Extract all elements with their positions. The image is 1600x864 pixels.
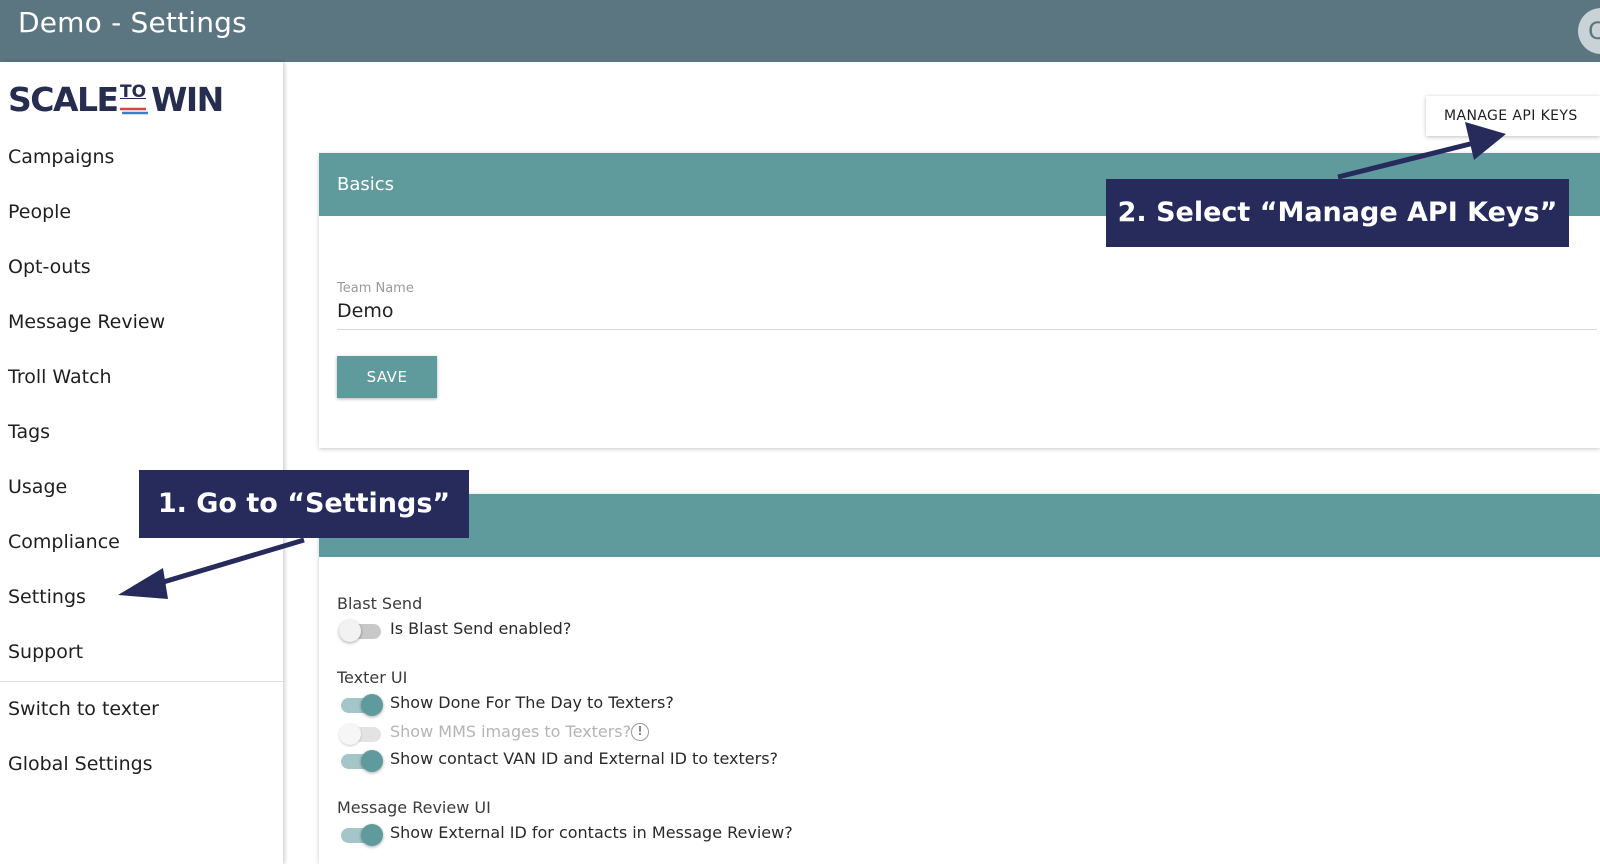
sidebar-item-settings[interactable]: Settings [0, 570, 283, 625]
sidebar-item-support[interactable]: Support [0, 625, 283, 680]
message-review-ui-heading: Message Review UI [337, 798, 491, 817]
blast-send-toggle-label: Is Blast Send enabled? [390, 619, 572, 638]
user-avatar[interactable]: C [1578, 8, 1600, 54]
toggle-thumb[interactable] [361, 824, 383, 846]
team-name-input[interactable]: Demo [337, 300, 393, 322]
logo-word-to: TO [120, 82, 147, 102]
team-name-underline [337, 329, 1597, 330]
sidebar: SCALE TO WIN Campaigns People Opt-outs M… [0, 62, 283, 864]
app-header: Demo - Settings C [0, 0, 1600, 62]
show-mms-images-label: Show MMS images to Texters? [390, 722, 632, 741]
sidebar-secondary-nav: Switch to texter Global Settings [0, 682, 283, 792]
show-done-for-the-day-label: Show Done For The Day to Texters? [390, 693, 674, 712]
toggle-thumb[interactable] [361, 750, 383, 772]
sidebar-item-switch-to-texter[interactable]: Switch to texter [0, 682, 283, 737]
sidebar-item-message-review[interactable]: Message Review [0, 295, 283, 350]
team-name-label: Team Name [337, 281, 414, 296]
sidebar-item-campaigns[interactable]: Campaigns [0, 130, 283, 185]
texter-ui-heading: Texter UI [337, 668, 408, 687]
toggle-thumb[interactable] [361, 694, 383, 716]
save-button[interactable]: SAVE [337, 356, 437, 398]
sidebar-nav: Campaigns People Opt-outs Message Review… [0, 130, 283, 680]
show-external-id-label: Show External ID for contacts in Message… [390, 823, 793, 842]
manage-api-keys-button[interactable]: MANAGE API KEYS [1426, 96, 1600, 136]
sidebar-item-people[interactable]: People [0, 185, 283, 240]
show-contact-van-id-label: Show contact VAN ID and External ID to t… [390, 749, 779, 768]
sidebar-item-global-settings[interactable]: Global Settings [0, 737, 283, 792]
info-icon[interactable]: ! [631, 723, 649, 741]
features-card-header [319, 494, 1600, 557]
scale-to-win-logo: SCALE TO WIN [8, 80, 238, 120]
sidebar-item-troll-watch[interactable]: Troll Watch [0, 350, 283, 405]
sidebar-item-tags[interactable]: Tags [0, 405, 283, 460]
features-card: Blast Send Is Blast Send enabled? Texter… [319, 494, 1600, 864]
step-1-callout: 1. Go to “Settings” [139, 470, 469, 538]
blast-send-heading: Blast Send [337, 594, 423, 613]
logo-word-win: WIN [151, 80, 224, 119]
sidebar-item-opt-outs[interactable]: Opt-outs [0, 240, 283, 295]
toggle-thumb [339, 723, 361, 745]
step-2-callout: 2. Select “Manage API Keys” [1106, 179, 1569, 247]
toggle-thumb[interactable] [339, 620, 361, 642]
logo-swoosh-icon [120, 107, 148, 115]
logo-word-scale: SCALE [8, 80, 119, 119]
page-title: Demo - Settings [18, 6, 247, 39]
